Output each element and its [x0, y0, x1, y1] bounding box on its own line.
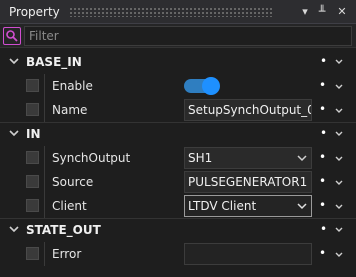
property-row-source: Source PULSEGENERATOR1 • — [0, 170, 356, 194]
group-base-in[interactable]: BASE_IN • — [0, 51, 356, 73]
state-dot-icon: • — [320, 54, 328, 68]
state-dot-icon: • — [319, 198, 327, 212]
filter-bar — [0, 24, 356, 48]
close-button[interactable]: ✕ — [334, 3, 350, 21]
caret-down-icon[interactable] — [334, 57, 344, 67]
property-row-client: Client LTDV Client • — [0, 194, 356, 218]
caret-down-icon[interactable] — [334, 225, 344, 235]
toggle-knob — [202, 77, 220, 95]
pin-button[interactable]: ╨ — [314, 3, 330, 21]
row-checkbox[interactable] — [26, 199, 39, 212]
property-label-cell: Client — [44, 194, 178, 218]
source-dropdown[interactable]: PULSEGENERATOR1 — [184, 171, 312, 193]
state-dot-icon: • — [319, 78, 327, 92]
property-label: Name — [52, 103, 88, 117]
group-label: IN — [26, 127, 41, 141]
name-field[interactable]: SetupSynchOutput_0 — [184, 99, 312, 121]
caret-down-icon[interactable] — [334, 129, 344, 139]
state-dot-icon: • — [319, 150, 327, 164]
dropdown-value: PULSEGENERATOR1 — [188, 175, 308, 189]
state-dot-icon: • — [319, 102, 327, 116]
property-label-cell: Name — [44, 98, 178, 122]
group-label: STATE_OUT — [26, 223, 101, 237]
property-row-synchoutput: SynchOutput SH1 • — [0, 146, 356, 170]
enable-toggle[interactable] — [184, 77, 220, 95]
property-label-cell: SynchOutput — [44, 146, 178, 170]
row-checkbox[interactable] — [26, 175, 39, 188]
row-checkbox[interactable] — [26, 151, 39, 164]
property-label: Client — [52, 199, 87, 213]
property-label-cell: Enable — [44, 74, 178, 98]
caret-down-icon[interactable] — [334, 202, 344, 212]
row-checkbox[interactable] — [26, 247, 39, 260]
property-label: Enable — [52, 79, 93, 93]
row-checkbox[interactable] — [26, 103, 39, 116]
client-dropdown[interactable]: LTDV Client — [184, 195, 312, 217]
state-dot-icon: • — [320, 126, 328, 140]
property-row-error: Error • — [0, 242, 356, 266]
caret-down-icon[interactable] — [334, 178, 344, 188]
property-label: SynchOutput — [52, 151, 131, 165]
panel-titlebar: Property ▾ ╨ ✕ — [0, 0, 356, 24]
group-label: BASE_IN — [26, 55, 82, 69]
property-label-cell: Error — [44, 242, 178, 266]
chevron-down-icon — [297, 155, 307, 162]
chevron-down-icon[interactable] — [8, 223, 20, 235]
group-in[interactable]: IN • — [0, 123, 356, 145]
state-dot-icon: • — [319, 174, 327, 188]
caret-down-icon[interactable] — [334, 154, 344, 164]
property-row-enable: Enable • — [0, 74, 356, 98]
panel-title: Property — [9, 5, 60, 19]
row-checkbox[interactable] — [26, 79, 39, 92]
chevron-down-icon[interactable] — [8, 127, 20, 139]
search-icon[interactable] — [3, 27, 21, 45]
drag-grip[interactable] — [69, 7, 274, 17]
synchoutput-dropdown[interactable]: SH1 — [184, 147, 312, 169]
dropdown-value: SH1 — [188, 151, 213, 165]
state-dot-icon: • — [319, 246, 327, 260]
window-menu-button[interactable]: ▾ — [297, 3, 313, 21]
property-row-name: Name SetupSynchOutput_0 • — [0, 98, 356, 122]
error-field[interactable] — [184, 243, 312, 265]
caret-down-icon[interactable] — [334, 250, 344, 260]
property-label-cell: Source — [44, 170, 178, 194]
dropdown-value: LTDV Client — [188, 199, 257, 213]
filter-input[interactable] — [24, 26, 352, 46]
chevron-down-icon — [297, 203, 307, 210]
state-dot-icon: • — [320, 222, 328, 236]
caret-down-icon[interactable] — [334, 82, 344, 92]
property-label: Source — [52, 175, 94, 189]
caret-down-icon[interactable] — [334, 106, 344, 116]
property-label: Error — [52, 247, 82, 261]
group-state-out[interactable]: STATE_OUT • — [0, 219, 356, 241]
chevron-down-icon[interactable] — [8, 55, 20, 67]
